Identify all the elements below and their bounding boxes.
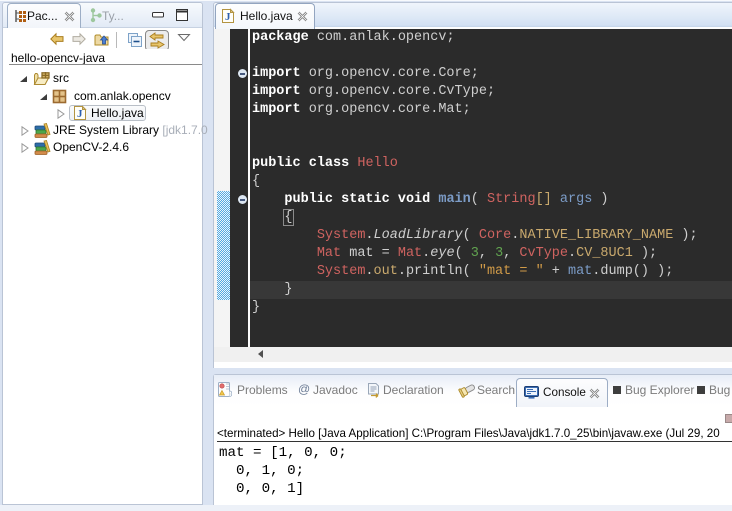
svg-text:J: J: [225, 11, 231, 23]
svg-text:J: J: [77, 108, 83, 120]
